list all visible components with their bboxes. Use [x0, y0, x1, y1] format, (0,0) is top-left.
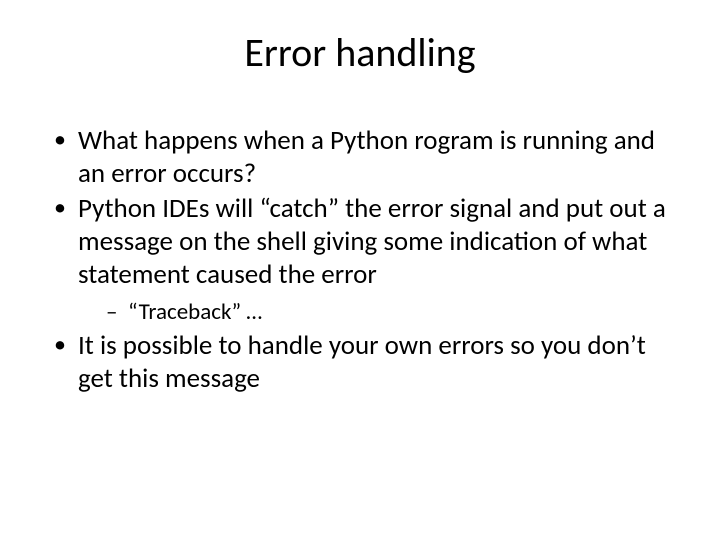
sub-list-item: “Traceback” …	[106, 298, 670, 328]
list-item: Python IDEs will “catch” the error signa…	[50, 193, 670, 328]
bullet-text: Python IDEs will “catch” the error signa…	[78, 192, 666, 291]
slide-title: Error handling	[50, 28, 670, 77]
list-item: It is possible to handle your own errors…	[50, 330, 670, 396]
bullet-text: What happens when a Python rogram is run…	[78, 124, 655, 190]
sub-bullet-text: “Traceback” …	[128, 298, 262, 326]
list-item: What happens when a Python rogram is run…	[50, 125, 670, 191]
bullet-text: It is possible to handle your own errors…	[78, 329, 646, 395]
sub-bullet-list: “Traceback” …	[78, 298, 670, 328]
bullet-list: What happens when a Python rogram is run…	[50, 125, 670, 395]
slide: Error handling What happens when a Pytho…	[0, 0, 720, 540]
